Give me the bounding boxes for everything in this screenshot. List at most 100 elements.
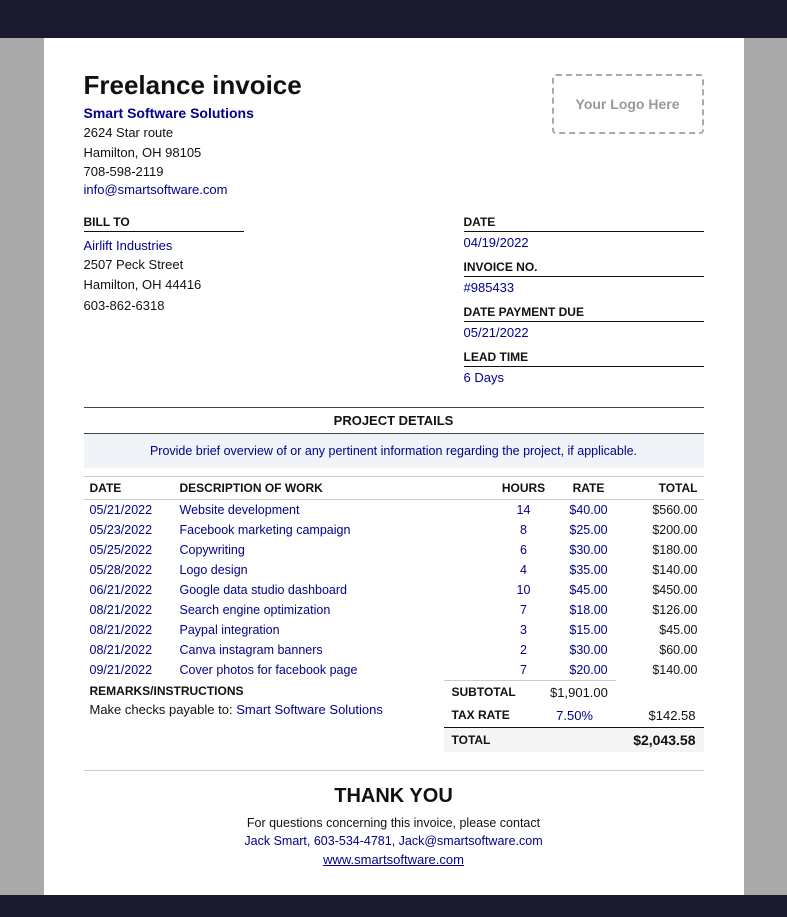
- invoice-header: Freelance invoice Smart Software Solutio…: [84, 70, 704, 197]
- invoice-title: Freelance invoice: [84, 70, 302, 101]
- row-total: $560.00: [624, 499, 704, 520]
- row-hours: 7: [494, 600, 554, 620]
- remarks-content: Make checks payable to: Smart Software S…: [90, 702, 438, 717]
- row-hours: 6: [494, 540, 554, 560]
- row-total: $450.00: [624, 580, 704, 600]
- bill-to-address2: Hamilton, OH 44416: [84, 275, 464, 296]
- website-link[interactable]: www.smartsoftware.com: [323, 852, 464, 867]
- thank-you-website[interactable]: www.smartsoftware.com: [84, 852, 704, 867]
- remarks-label: REMARKS/INSTRUCTIONS: [90, 684, 438, 698]
- logo-placeholder: Your Logo Here: [552, 74, 704, 134]
- row-hours: 4: [494, 560, 554, 580]
- date-label: DATE: [464, 215, 704, 232]
- row-hours: 3: [494, 620, 554, 640]
- tax-rate-percent: 7.50%: [533, 704, 616, 728]
- work-table: DATE DESCRIPTION OF WORK HOURS RATE TOTA…: [84, 476, 704, 680]
- outer-wrapper: Freelance invoice Smart Software Solutio…: [0, 0, 787, 917]
- table-row: 08/21/2022 Canva instagram banners 2 $30…: [84, 640, 704, 660]
- table-row: 08/21/2022 Search engine optimization 7 …: [84, 600, 704, 620]
- col-description: DESCRIPTION OF WORK: [174, 476, 494, 499]
- summary-area: REMARKS/INSTRUCTIONS Make checks payable…: [84, 680, 704, 752]
- company-phone: 708-598-2119: [84, 162, 302, 182]
- table-row: 09/21/2022 Cover photos for facebook pag…: [84, 660, 704, 680]
- row-hours: 14: [494, 499, 554, 520]
- totals-table: SUBTOTAL $1,901.00 TAX RATE 7.50% $142.5…: [444, 680, 704, 752]
- meta-section: BILL TO Airlift Industries 2507 Peck Str…: [84, 215, 704, 395]
- remarks-text: Make checks payable to:: [90, 702, 237, 717]
- remarks-section: REMARKS/INSTRUCTIONS Make checks payable…: [84, 680, 444, 752]
- row-date: 05/28/2022: [84, 560, 174, 580]
- subtotal-label: SUBTOTAL: [444, 680, 534, 704]
- row-date: 08/21/2022: [84, 640, 174, 660]
- project-overview: Provide brief overview of or any pertine…: [84, 434, 704, 468]
- row-description: Copywriting: [174, 540, 494, 560]
- row-description: Google data studio dashboard: [174, 580, 494, 600]
- col-rate: RATE: [554, 476, 624, 499]
- company-name: Smart Software Solutions: [84, 105, 302, 121]
- col-total: TOTAL: [624, 476, 704, 499]
- row-date: 06/21/2022: [84, 580, 174, 600]
- bill-to-section: BILL TO Airlift Industries 2507 Peck Str…: [84, 215, 464, 395]
- table-row: 05/28/2022 Logo design 4 $35.00 $140.00: [84, 560, 704, 580]
- company-address2: Hamilton, OH 98105: [84, 143, 302, 163]
- row-hours: 10: [494, 580, 554, 600]
- row-date: 08/21/2022: [84, 620, 174, 640]
- total-label: TOTAL: [444, 727, 534, 752]
- row-hours: 2: [494, 640, 554, 660]
- total-value: $2,043.58: [616, 727, 704, 752]
- row-description: Cover photos for facebook page: [174, 660, 494, 680]
- thank-you-section: THANK YOU For questions concerning this …: [84, 770, 704, 867]
- bill-to-name: Airlift Industries: [84, 238, 464, 253]
- company-info: Freelance invoice Smart Software Solutio…: [84, 70, 302, 197]
- tax-rate-label: TAX RATE: [444, 704, 534, 728]
- top-bar: [0, 0, 787, 38]
- thank-you-title: THANK YOU: [84, 785, 704, 808]
- row-rate: $25.00: [554, 520, 624, 540]
- payment-due-field: DATE PAYMENT DUE 05/21/2022: [464, 305, 704, 340]
- table-row: 05/21/2022 Website development 14 $40.00…: [84, 499, 704, 520]
- row-rate: $18.00: [554, 600, 624, 620]
- row-date: 05/21/2022: [84, 499, 174, 520]
- invoice-document: Freelance invoice Smart Software Solutio…: [44, 38, 744, 895]
- thank-you-contact: For questions concerning this invoice, p…: [84, 816, 704, 830]
- row-rate: $45.00: [554, 580, 624, 600]
- row-rate: $30.00: [554, 540, 624, 560]
- row-description: Logo design: [174, 560, 494, 580]
- row-date: 05/23/2022: [84, 520, 174, 540]
- tax-rate-row: TAX RATE 7.50% $142.58: [444, 704, 704, 728]
- row-description: Paypal integration: [174, 620, 494, 640]
- invoice-no-value: #985433: [464, 280, 704, 295]
- row-total: $140.00: [624, 560, 704, 580]
- bill-to-address1: 2507 Peck Street: [84, 255, 464, 276]
- row-rate: $35.00: [554, 560, 624, 580]
- subtotal-row: SUBTOTAL $1,901.00: [444, 680, 704, 704]
- row-rate: $15.00: [554, 620, 624, 640]
- row-hours: 7: [494, 660, 554, 680]
- row-total: $60.00: [624, 640, 704, 660]
- lead-time-field: LEAD TIME 6 Days: [464, 350, 704, 385]
- invoice-meta: DATE 04/19/2022 INVOICE NO. #985433 DATE…: [464, 215, 704, 395]
- row-description: Website development: [174, 499, 494, 520]
- row-description: Facebook marketing campaign: [174, 520, 494, 540]
- row-total: $126.00: [624, 600, 704, 620]
- page-background: Freelance invoice Smart Software Solutio…: [0, 38, 787, 895]
- tax-rate-value: $142.58: [616, 704, 704, 728]
- bill-to-label: BILL TO: [84, 215, 244, 232]
- row-date: 09/21/2022: [84, 660, 174, 680]
- row-date: 05/25/2022: [84, 540, 174, 560]
- company-email: info@smartsoftware.com: [84, 182, 302, 197]
- payment-due-label: DATE PAYMENT DUE: [464, 305, 704, 322]
- table-row: 06/21/2022 Google data studio dashboard …: [84, 580, 704, 600]
- thank-you-contact-details: Jack Smart, 603-534-4781, Jack@smartsoft…: [84, 834, 704, 848]
- date-value: 04/19/2022: [464, 235, 704, 250]
- contact-details-text: Jack Smart, 603-534-4781, Jack@smartsoft…: [244, 834, 542, 848]
- row-total: $180.00: [624, 540, 704, 560]
- row-total: $200.00: [624, 520, 704, 540]
- company-address1: 2624 Star route: [84, 123, 302, 143]
- subtotal-value: $1,901.00: [533, 680, 616, 704]
- date-field: DATE 04/19/2022: [464, 215, 704, 250]
- col-hours: HOURS: [494, 476, 554, 499]
- total-row: TOTAL $2,043.58: [444, 727, 704, 752]
- row-total: $140.00: [624, 660, 704, 680]
- row-rate: $40.00: [554, 499, 624, 520]
